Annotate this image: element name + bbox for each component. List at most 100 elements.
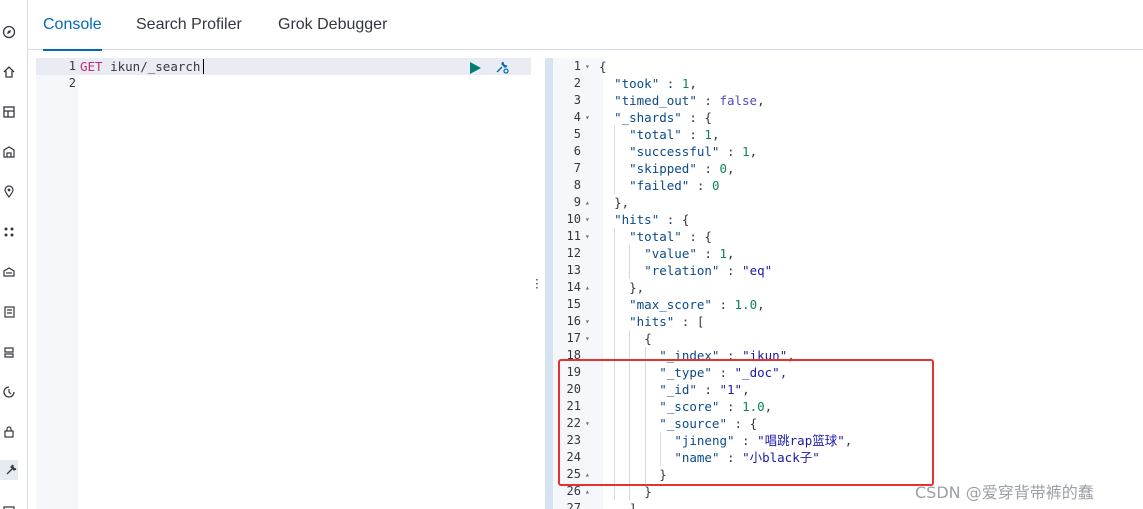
request-line[interactable]: GET ikun/_search	[80, 58, 200, 75]
response-line: "_id" : "1",	[659, 382, 750, 397]
dev-tools-tabs: Console Search Profiler Grok Debugger	[28, 0, 1143, 51]
nav-rail	[0, 0, 28, 509]
response-line-number: 23	[566, 433, 581, 447]
tab-console-underline	[43, 49, 102, 51]
response-line-number: 19	[566, 365, 581, 379]
response-line-number: 13	[566, 263, 581, 277]
response-line: },	[614, 195, 630, 210]
text-cursor	[203, 59, 204, 74]
response-line-number: 20	[566, 382, 581, 396]
response-line-number: 7	[573, 161, 581, 175]
response-line: "successful" : 1,	[629, 144, 758, 159]
fold-open-icon[interactable]: ▾	[585, 211, 590, 228]
response-line-number: 24	[566, 450, 581, 464]
response-line: "hits" : {	[614, 212, 690, 227]
compass-icon[interactable]	[0, 22, 16, 42]
siem-icon[interactable]	[0, 422, 16, 442]
response-line-number: 14	[566, 280, 581, 294]
fold-open-icon[interactable]: ▾	[585, 330, 590, 347]
response-line: }	[659, 467, 667, 482]
infrastructure-icon[interactable]	[0, 262, 16, 282]
play-icon[interactable]	[468, 60, 482, 79]
indent-guide	[660, 432, 661, 466]
response-line: "jineng" : "唱跳rap篮球",	[674, 433, 853, 448]
response-line-number: 10	[566, 212, 581, 226]
response-line-number: 16	[566, 314, 581, 328]
response-line: "took" : 1,	[614, 76, 697, 91]
dashboard-icon[interactable]	[0, 102, 16, 122]
indent-guide	[645, 347, 646, 483]
response-line-number: 1	[573, 59, 581, 73]
response-line-number: 15	[566, 297, 581, 311]
fold-close-icon[interactable]: ▴	[585, 483, 590, 500]
indent-guide	[614, 126, 615, 194]
response-line-number: 12	[566, 246, 581, 260]
response-viewer[interactable]: 1 ▾ 2 3 4 ▾ 5 6 7 8 9 ▴ 10 ▾ 11 ▾ 12 13 14 ▴ 15 16 ▾ 17 ▾ 18 19 20 2…	[545, 58, 1143, 509]
request-path: ikun/_search	[110, 59, 201, 74]
response-line-number: 3	[573, 93, 581, 107]
response-line: "value" : 1,	[644, 246, 735, 261]
response-line: "_source" : {	[659, 416, 758, 431]
maps-icon[interactable]	[0, 182, 16, 202]
response-line: "_score" : 1.0,	[659, 399, 773, 414]
request-line-number: 1	[68, 59, 76, 73]
fold-close-icon[interactable]: ▴	[585, 194, 590, 211]
fold-open-icon[interactable]: ▾	[585, 313, 590, 330]
watermark: CSDN @爱穿背带裤的蠢	[915, 483, 1094, 502]
response-line: ]	[629, 501, 637, 509]
tab-search-profiler[interactable]: Search Profiler	[136, 0, 242, 50]
tab-console[interactable]: Console	[43, 0, 102, 51]
response-line: {	[599, 59, 607, 74]
tab-console-label: Console	[43, 16, 102, 33]
fold-open-icon[interactable]: ▾	[585, 415, 590, 432]
apm-icon[interactable]	[0, 342, 16, 362]
response-line: "total" : 1,	[629, 127, 720, 142]
fold-open-icon[interactable]: ▾	[585, 58, 590, 75]
tab-grok-debugger-label: Grok Debugger	[278, 16, 388, 33]
response-line: "_type" : "_doc",	[659, 365, 788, 380]
response-line-number: 11	[566, 229, 581, 243]
response-line: "relation" : "eq"	[644, 263, 773, 278]
response-line: }	[644, 484, 652, 499]
response-line: "max_score" : 1.0,	[629, 297, 765, 312]
response-line-number: 22	[566, 416, 581, 430]
home-icon[interactable]	[0, 62, 16, 82]
response-line-number: 8	[573, 178, 581, 192]
response-line-number: 17	[566, 331, 581, 345]
stack-monitoring-icon[interactable]	[0, 496, 16, 509]
indent-guide	[629, 245, 630, 279]
tab-grok-debugger[interactable]: Grok Debugger	[278, 0, 387, 50]
response-line-number: 26	[566, 484, 581, 498]
indent-guide	[614, 228, 615, 500]
response-line: "total" : {	[629, 229, 712, 244]
fold-open-icon[interactable]: ▾	[585, 228, 590, 245]
request-editor[interactable]: 1 2 GET ikun/_search	[36, 58, 531, 509]
request-line-number: 2	[68, 76, 76, 90]
response-line-number: 4	[573, 110, 581, 124]
response-line-number: 9	[573, 195, 581, 209]
response-line: "name" : "小black子"	[674, 450, 820, 465]
resizer-grip-icon: · · ·	[535, 273, 539, 295]
response-line-number: 2	[573, 76, 581, 90]
response-line: },	[629, 280, 645, 295]
response-line-number: 21	[566, 399, 581, 413]
response-line: "failed" : 0	[629, 178, 720, 193]
request-method: GET	[80, 59, 103, 74]
response-line-number: 27	[566, 501, 581, 509]
canvas-icon[interactable]	[0, 142, 16, 162]
response-line: "timed_out" : false,	[614, 93, 765, 108]
tab-search-profiler-label: Search Profiler	[136, 16, 242, 33]
uptime-icon[interactable]	[0, 382, 16, 402]
response-line-number: 25	[566, 467, 581, 481]
dev-tools-icon[interactable]	[0, 460, 18, 480]
fold-open-icon[interactable]: ▾	[585, 109, 590, 126]
logs-icon[interactable]	[0, 302, 16, 322]
response-line-number: 5	[573, 127, 581, 141]
fold-close-icon[interactable]: ▴	[585, 279, 590, 296]
fold-close-icon[interactable]: ▴	[585, 466, 590, 483]
indent-guide	[629, 330, 630, 500]
ml-icon[interactable]	[0, 222, 16, 242]
wrench-icon[interactable]	[494, 59, 510, 79]
pane-resizer[interactable]: · · ·	[531, 58, 545, 509]
response-line-number: 6	[573, 144, 581, 158]
